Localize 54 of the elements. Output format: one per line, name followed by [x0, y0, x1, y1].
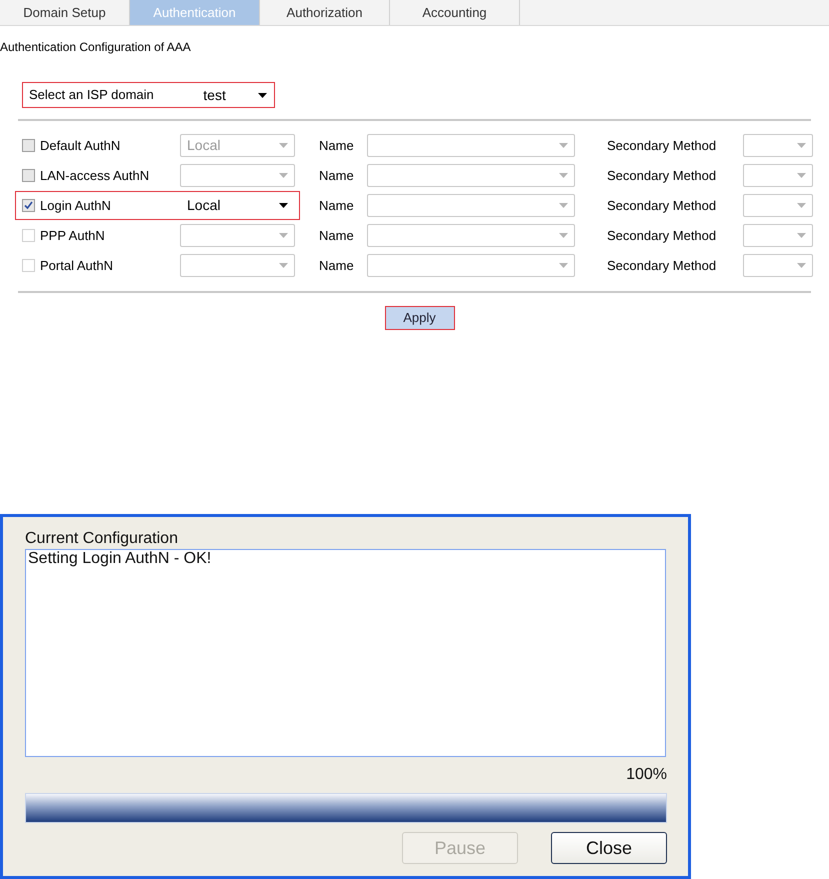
secondary-method-select[interactable] [743, 254, 813, 277]
name-select[interactable] [367, 164, 575, 187]
secondary-method-select[interactable] [743, 164, 813, 187]
secondary-method-select[interactable] [743, 194, 813, 217]
method-label: Portal AuthN [40, 256, 114, 275]
dropdown-caret-icon [797, 143, 806, 148]
dropdown-caret-icon [559, 203, 568, 208]
apply-button[interactable]: Apply [384, 306, 454, 330]
name-label: Name [319, 256, 355, 275]
dropdown-caret-icon [279, 143, 288, 148]
dialog-title: Current Configuration [25, 530, 179, 548]
dropdown-caret-icon [559, 233, 568, 238]
name-select[interactable] [367, 194, 575, 217]
secondary-method-select[interactable] [743, 224, 813, 247]
secondary-method-select[interactable] [743, 134, 813, 157]
name-label: Name [319, 196, 355, 215]
field-label: Select an ISP domain [29, 86, 155, 104]
secondary-method-label: Secondary Method [607, 196, 718, 215]
dropdown-caret-icon [797, 233, 806, 238]
dropdown-caret-icon [258, 92, 267, 98]
method-label: Default AuthN [40, 136, 122, 155]
dropdown-caret-icon [279, 233, 288, 238]
name-select[interactable] [367, 254, 575, 277]
dropdown-caret-icon [279, 203, 288, 208]
method-label: PPP AuthN [40, 226, 106, 245]
dialog-button[interactable]: Close [551, 832, 667, 864]
dropdown-caret-icon [559, 263, 568, 268]
method-label: LAN-access AuthN [40, 166, 150, 185]
secondary-method-label: Secondary Method [607, 166, 718, 185]
name-select[interactable] [367, 224, 575, 247]
tab[interactable]: Authorization [260, 0, 390, 25]
dropdown-caret-icon [279, 173, 288, 178]
checkbox[interactable] [22, 169, 35, 182]
secondary-method-label: Secondary Method [607, 226, 718, 245]
dropdown-caret-icon [797, 203, 806, 208]
dropdown-caret-icon [559, 173, 568, 178]
name-label: Name [319, 166, 355, 185]
name-label: Name [319, 136, 355, 155]
secondary-method-label: Secondary Method [607, 256, 718, 275]
method-label: Login AuthN [40, 196, 112, 215]
progress-percent: 100% [626, 766, 667, 784]
checkbox[interactable] [22, 139, 35, 152]
secondary-method-label: Secondary Method [607, 136, 718, 155]
dropdown-caret-icon [279, 263, 288, 268]
name-label: Name [319, 226, 355, 245]
checkbox[interactable] [22, 199, 35, 212]
name-select[interactable] [367, 134, 575, 157]
dropdown-caret-icon [797, 173, 806, 178]
dropdown-caret-icon [797, 263, 806, 268]
page-heading: Authentication Configuration of AAA [0, 39, 192, 56]
dropdown-caret-icon [559, 143, 568, 148]
tab[interactable]: Accounting [390, 0, 520, 25]
check-icon [24, 201, 33, 210]
log-text: Setting Login AuthN - OK! [28, 550, 212, 567]
